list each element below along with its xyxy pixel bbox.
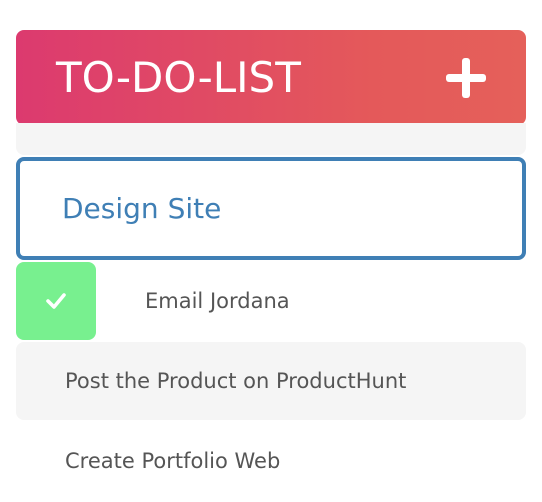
task-label: Post the Product on ProductHunt	[65, 369, 407, 393]
list-item[interactable]: Email Jordana	[16, 262, 526, 340]
task-label: Create Portfolio Web	[65, 449, 281, 473]
list-item[interactable]: Create Portfolio Web	[16, 422, 526, 500]
task-label: Email Jordana	[145, 289, 290, 313]
todo-app: TO-DO-LIST Email Jordana Post the Produc…	[16, 30, 526, 502]
task-input[interactable]	[62, 192, 482, 225]
checkbox-checked[interactable]	[16, 262, 96, 340]
add-task-button[interactable]	[446, 57, 486, 98]
header-bar: TO-DO-LIST	[16, 30, 526, 125]
checkmark-icon	[46, 293, 66, 309]
app-title: TO-DO-LIST	[56, 52, 301, 102]
list-item[interactable]: Post the Product on ProductHunt	[16, 342, 526, 420]
task-list: Email Jordana Post the Product on Produc…	[16, 262, 526, 500]
task-input-box[interactable]	[16, 157, 526, 260]
header-shadow-strip	[16, 123, 526, 155]
